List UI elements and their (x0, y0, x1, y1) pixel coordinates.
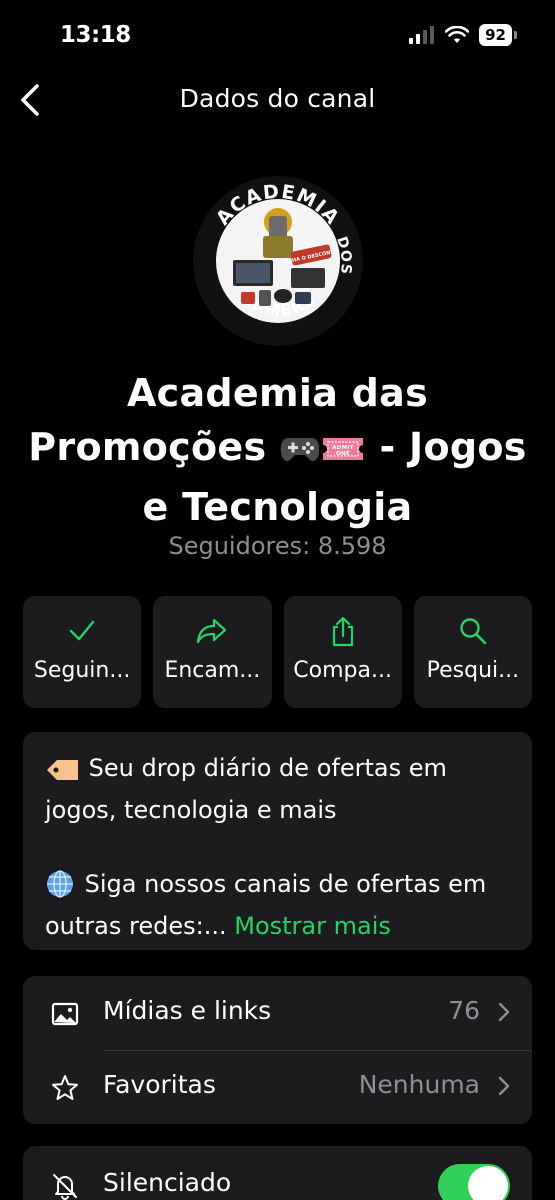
description-line2: Siga nossos canais de ofertas em outras … (45, 866, 510, 944)
channel-name-line2: Promoções ADMIT ONE - Jogos (10, 420, 545, 480)
photo-icon (51, 1002, 79, 1026)
following-label: Seguin... (33, 658, 131, 683)
wifi-icon (445, 26, 470, 43)
description-text1: Seu drop diário de ofertas em jogos, tec… (45, 754, 447, 824)
favorites-label: Favoritas (103, 1070, 216, 1099)
toggle-knob (468, 1166, 508, 1200)
nav-bar: Dados do canal (0, 70, 555, 130)
show-more-link[interactable]: Mostrar mais (234, 912, 391, 940)
search-icon (460, 618, 487, 645)
channel-name-line2-prefix: Promoções (28, 425, 280, 469)
search-button[interactable]: Pesqui... (413, 596, 532, 708)
checkmark-icon (69, 620, 95, 641)
mute-toggle[interactable] (438, 1164, 510, 1200)
share-icon (332, 616, 353, 647)
gamepad-icon (280, 426, 320, 480)
chevron-right-icon (498, 1076, 510, 1096)
favorites-value: Nenhuma (358, 1070, 480, 1099)
media-links-label: Mídias e links (103, 996, 272, 1025)
channel-name-line2-suffix: - Jogos (365, 425, 527, 469)
status-bar: 13:18 92 (0, 0, 555, 70)
forward-button[interactable]: Encam... (153, 596, 272, 708)
forward-icon (197, 618, 227, 644)
description-gap (45, 828, 510, 866)
battery-indicator: 92 (479, 24, 517, 46)
following-button[interactable]: Seguin... (23, 596, 142, 708)
channel-description: Seu drop diário de ofertas em jogos, tec… (23, 732, 532, 950)
channel-name-line1: Academia das (126, 371, 429, 415)
favorites-row[interactable]: Favoritas Nenhuma (23, 1050, 532, 1124)
bell-slash-icon (53, 1174, 77, 1200)
forward-label: Encam... (164, 658, 261, 683)
followers-count: Seguidores: 8.598 (168, 532, 387, 560)
description-line1: Seu drop diário de ofertas em jogos, tec… (45, 750, 510, 828)
star-icon (52, 1075, 78, 1100)
media-links-row[interactable]: Mídias e links 76 (23, 976, 532, 1050)
mute-row: Silenciado (23, 1146, 532, 1200)
mute-label: Silenciado (103, 1168, 232, 1197)
label-tag-icon (45, 756, 81, 792)
media-links-count: 76 (448, 996, 480, 1025)
globe-icon (45, 870, 77, 908)
channel-info-list: Mídias e links 76 Favoritas Nenhuma (23, 976, 532, 1124)
share-label: Compa... (293, 658, 392, 683)
channel-name-line3: e Tecnologia (142, 485, 413, 529)
ticket-icon: ADMIT ONE (320, 426, 366, 480)
signal-icon (409, 26, 435, 44)
battery-tip (514, 31, 517, 39)
status-icons: 92 (409, 24, 517, 46)
channel-avatar[interactable]: ACADEMIA GAMERS DOS OLHA O DESCONTO (193, 176, 363, 346)
svg-text:ONE: ONE (336, 451, 350, 457)
channel-name: Academia das Promoções ADMIT ONE - Jogos … (10, 366, 545, 534)
avatar-logo: ACADEMIA GAMERS DOS OLHA O DESCONTO (193, 176, 363, 346)
page-title: Dados do canal (179, 84, 376, 113)
chevron-right-icon (498, 1002, 510, 1022)
battery-level: 92 (479, 24, 512, 46)
status-time: 13:18 (60, 22, 131, 48)
search-label: Pesqui... (426, 658, 520, 683)
action-buttons: Seguin... Encam... Compa... Pesqui... (23, 596, 532, 708)
share-button[interactable]: Compa... (283, 596, 402, 708)
